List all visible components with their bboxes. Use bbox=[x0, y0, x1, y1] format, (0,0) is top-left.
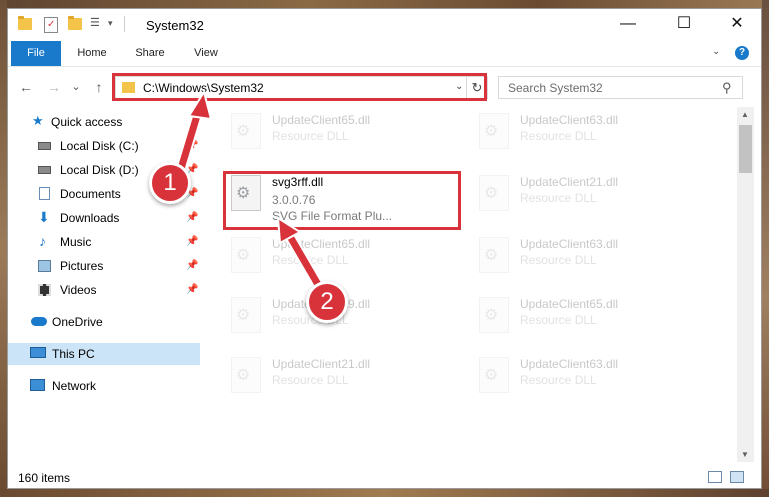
annotation-arrows bbox=[174, 89, 326, 294]
step-2-badge: 2 bbox=[306, 281, 348, 323]
arrow-1 bbox=[174, 89, 213, 178]
step-1-badge: 1 bbox=[149, 162, 191, 204]
arrow-2 bbox=[276, 216, 326, 294]
